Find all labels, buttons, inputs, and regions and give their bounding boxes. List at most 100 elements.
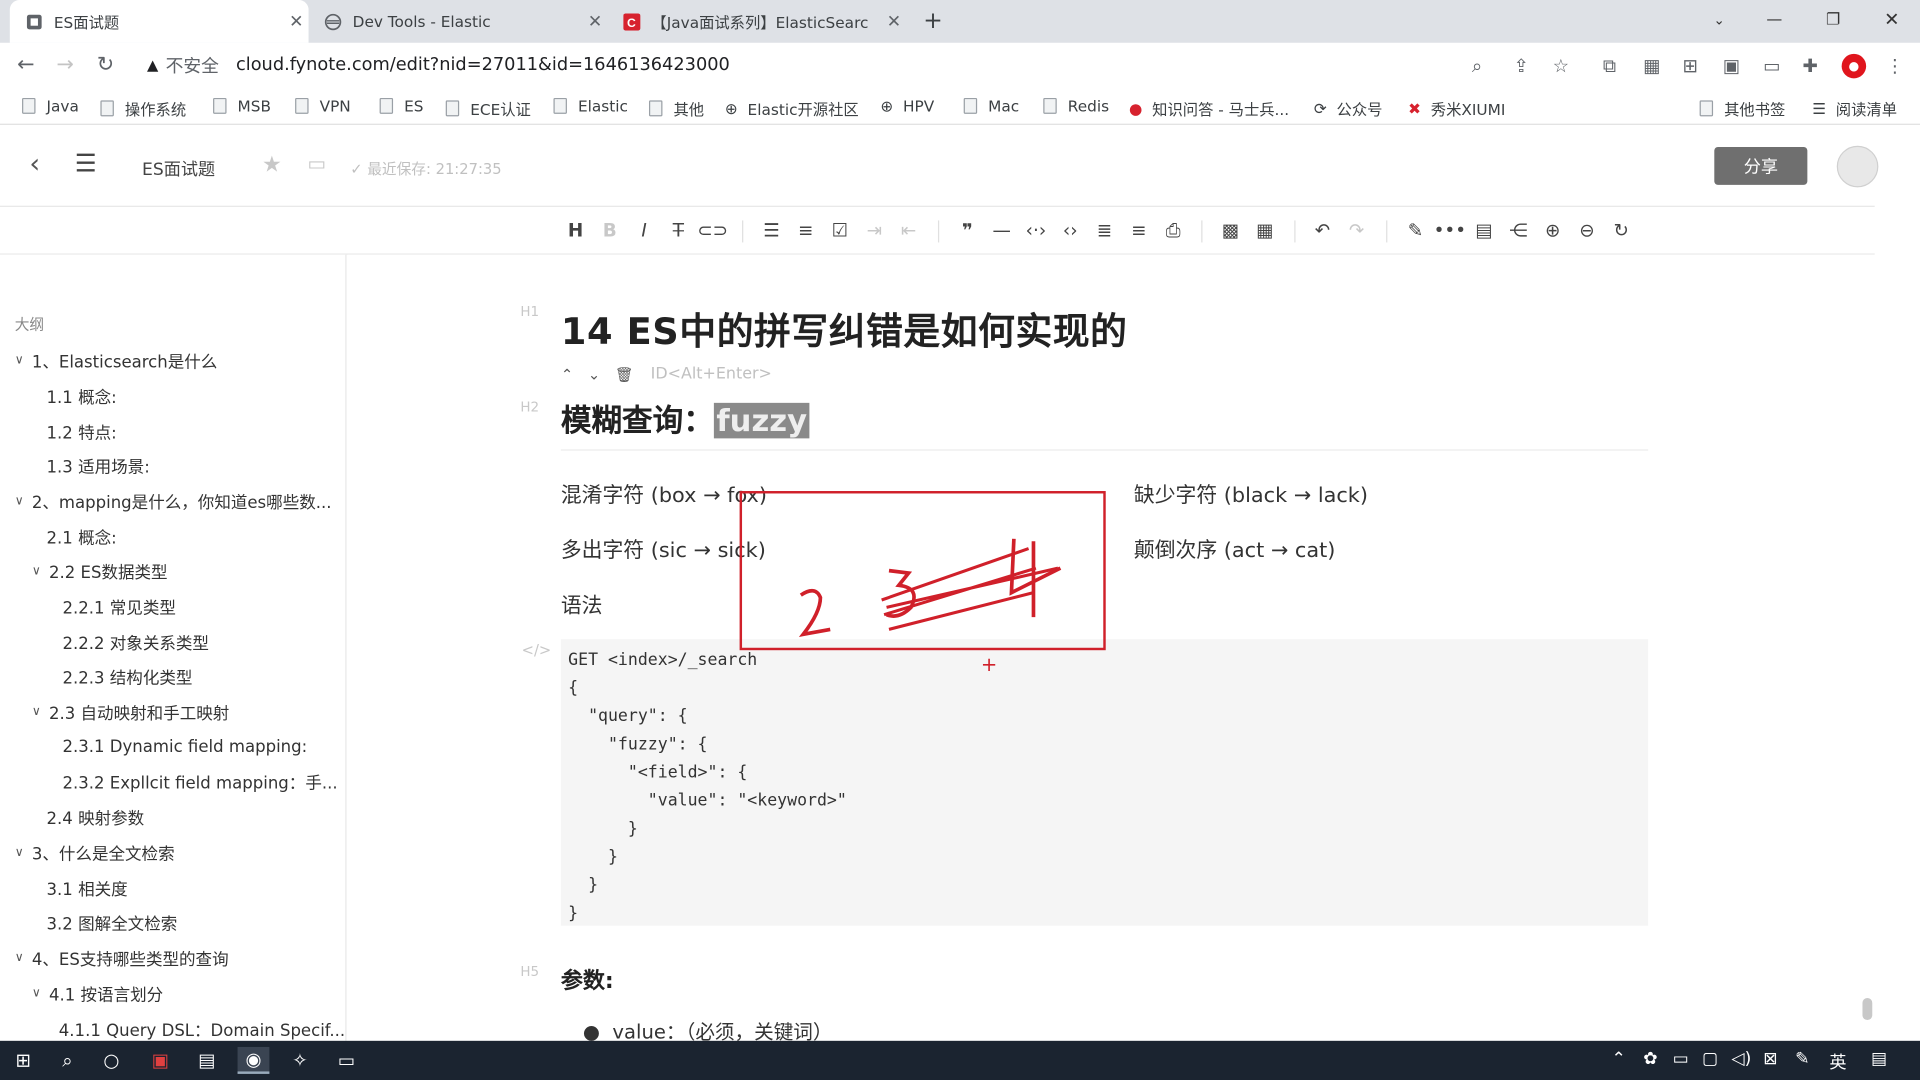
bookmark-item[interactable]: 操作系统 [100, 97, 186, 120]
close-icon[interactable]: ✕ [284, 12, 308, 32]
tab-dev-tools[interactable]: Dev Tools - Elastic ✕ [309, 0, 608, 43]
bookmark-item[interactable]: 其他 [648, 97, 704, 120]
bookmark-item[interactable]: ⊕ HPV [880, 97, 934, 115]
bold-icon[interactable]: B [595, 217, 624, 244]
zoom-out-icon[interactable]: ⊖ [1572, 217, 1601, 244]
outline-item[interactable]: 2.2.3 结构化类型 [62, 664, 192, 689]
outline-item[interactable]: ∨ 4、ES支持哪些类型的查询 [15, 945, 229, 970]
zoom-icon[interactable]: ⌕ [1472, 55, 1482, 77]
strikethrough-icon[interactable]: T [664, 217, 693, 244]
bookmark-item[interactable]: ● 知识问答 - 马士兵... [1129, 97, 1289, 120]
outline-item[interactable]: 1.3 适用场景: [47, 453, 150, 478]
delete-icon[interactable]: 🗑 [615, 366, 634, 383]
outline-item[interactable]: 3.2 图解全文检索 [47, 910, 178, 935]
reading-list[interactable]: ☰ 阅读清单 [1812, 97, 1897, 120]
bullet-list-icon[interactable]: ☰ [757, 217, 786, 244]
attachment-icon[interactable]: ⎙ [1158, 217, 1187, 244]
outline-item[interactable]: 2.2.1 常见类型 [62, 594, 175, 619]
scrollbar-thumb[interactable] [1862, 997, 1873, 1021]
params-heading[interactable]: 参数: [561, 964, 614, 996]
input-method-icon[interactable]: ⊠ [1763, 1049, 1777, 1069]
pen-icon[interactable]: ✎ [1401, 217, 1430, 244]
tab-java-interview[interactable]: C 【Java面试系列】ElasticSearc ✕ [607, 0, 906, 43]
bookmark-item[interactable]: Elastic [553, 97, 628, 115]
case-missing[interactable]: 缺少字符 (black → lack) [1134, 478, 1368, 508]
table-icon[interactable]: ▦ [1250, 217, 1279, 244]
heading-icon[interactable]: H [561, 217, 590, 244]
battery-icon[interactable]: ▭ [1673, 1049, 1689, 1069]
tab-search-icon[interactable]: ⌄ [1691, 0, 1747, 39]
doc-heading-h1[interactable]: 14 ES中的拼写纠错是如何实现的 [561, 301, 1128, 355]
bookmark-star-icon[interactable]: ☆ [1553, 55, 1569, 77]
outline-item[interactable]: 2.3.1 Dynamic field mapping: [62, 735, 307, 759]
outline-item[interactable]: 2.3.2 Expllcit field mapping：手... [62, 769, 337, 794]
outline-item[interactable]: 3.1 相关度 [47, 876, 128, 900]
bookmark-item[interactable]: Java [22, 97, 79, 115]
mindmap-icon[interactable]: ⋲ [1504, 217, 1533, 244]
app-icon[interactable]: ▭ [331, 1047, 363, 1074]
bookmark-item[interactable]: Mac [963, 97, 1019, 115]
folder-icon[interactable]: ▭ [307, 152, 326, 175]
forward-arrow-icon[interactable]: → [56, 53, 73, 77]
avatar[interactable] [1836, 145, 1879, 188]
image-icon[interactable]: ▩ [1216, 217, 1245, 244]
back-arrow-icon[interactable]: ← [17, 53, 34, 77]
outline-item[interactable]: 4.1.1 Query DSL：Domain Specif... [59, 1016, 345, 1041]
align-icon[interactable]: ≣ [1090, 217, 1119, 244]
app-icon[interactable]: ✧ [284, 1047, 316, 1074]
star-icon[interactable]: ★ [262, 152, 282, 178]
zoom-in-icon[interactable]: ⊕ [1538, 217, 1567, 244]
outline-item[interactable]: 1.2 特点: [47, 419, 117, 444]
url-bar[interactable]: ▲ 不安全 cloud.fynote.com/edit?nid=27011&id… [139, 47, 1512, 83]
horizontal-rule-icon[interactable]: — [987, 217, 1016, 244]
language-indicator[interactable]: 英 [1829, 1049, 1846, 1073]
ordered-list-icon[interactable]: ≡ [791, 217, 820, 244]
close-icon[interactable]: ✕ [583, 12, 607, 32]
outline-item[interactable]: ∨ 4.1 按语言划分 [32, 981, 163, 1006]
restore-button[interactable]: ❐ [1805, 0, 1861, 39]
hamburger-menu-icon[interactable]: ☰ [75, 148, 97, 177]
bookmark-item[interactable]: ⊕ Elastic开源社区 [725, 97, 859, 120]
other-bookmarks[interactable]: 其他书签 [1699, 97, 1785, 120]
close-icon[interactable]: ✕ [882, 12, 906, 32]
chrome-icon[interactable]: ◉ [237, 1046, 270, 1074]
code-block-icon[interactable]: ‹·› [1021, 217, 1050, 244]
volume-icon[interactable]: ◁) [1731, 1049, 1751, 1069]
checkbox-icon[interactable]: ☑ [825, 217, 854, 244]
chevron-down-icon[interactable]: ∨ [15, 846, 32, 859]
block-id-input[interactable]: ID<Alt+Enter> [651, 365, 772, 383]
link-icon[interactable]: ⊂⊃ [697, 217, 728, 244]
chevron-down-icon[interactable]: ∨ [32, 705, 49, 718]
chevron-down-icon[interactable]: ∨ [15, 951, 32, 964]
bookmark-item[interactable]: Redis [1043, 97, 1109, 115]
extension-icon[interactable]: ▣ [1723, 55, 1740, 77]
indent-icon[interactable]: ⇥ [860, 217, 889, 244]
move-down-icon[interactable]: ⌄ [588, 366, 600, 383]
case-extra[interactable]: 多出字符 (sic → sick) [561, 533, 766, 563]
outline-item[interactable]: 2.2.2 对象关系类型 [62, 629, 209, 654]
back-chevron-icon[interactable]: ‹ [29, 149, 40, 180]
doc-heading-h2[interactable]: 模糊查询：fuzzy [561, 397, 810, 441]
share-button[interactable]: 分享 [1714, 146, 1808, 185]
cortana-icon[interactable]: ○ [96, 1047, 128, 1074]
outline-item[interactable]: ∨ 1、Elasticsearch是什么 [15, 348, 218, 373]
share-page-icon[interactable]: ⇪ [1513, 55, 1528, 77]
outline-item[interactable]: ∨ 3、什么是全文检索 [15, 840, 175, 865]
move-up-icon[interactable]: ⌃ [561, 366, 573, 383]
quote-icon[interactable]: ❞ [953, 217, 982, 244]
case-confuse[interactable]: 混淆字符 (box → fox) [561, 478, 767, 508]
profile-avatar[interactable]: ● [1841, 53, 1867, 79]
syntax-label[interactable]: 语法 [561, 588, 603, 618]
outline-item[interactable]: ∨ 2.2 ES数据类型 [32, 558, 168, 583]
chevron-down-icon[interactable]: ∨ [32, 564, 49, 577]
document-icon[interactable]: ▤ [1469, 217, 1498, 244]
scrollbar-track[interactable] [1874, 254, 1892, 1041]
close-window-button[interactable]: ✕ [1864, 0, 1920, 39]
inline-code-icon[interactable]: ‹› [1056, 217, 1085, 244]
extension-icon[interactable]: ⧉ [1603, 55, 1616, 77]
app-icon[interactable]: ▣ [144, 1047, 176, 1074]
minimize-button[interactable]: — [1746, 0, 1802, 39]
bookmark-item[interactable]: ECE认证 [445, 97, 531, 120]
chevron-up-icon[interactable]: ⌃ [1611, 1049, 1625, 1069]
case-swap[interactable]: 颠倒次序 (act → cat) [1134, 533, 1336, 563]
